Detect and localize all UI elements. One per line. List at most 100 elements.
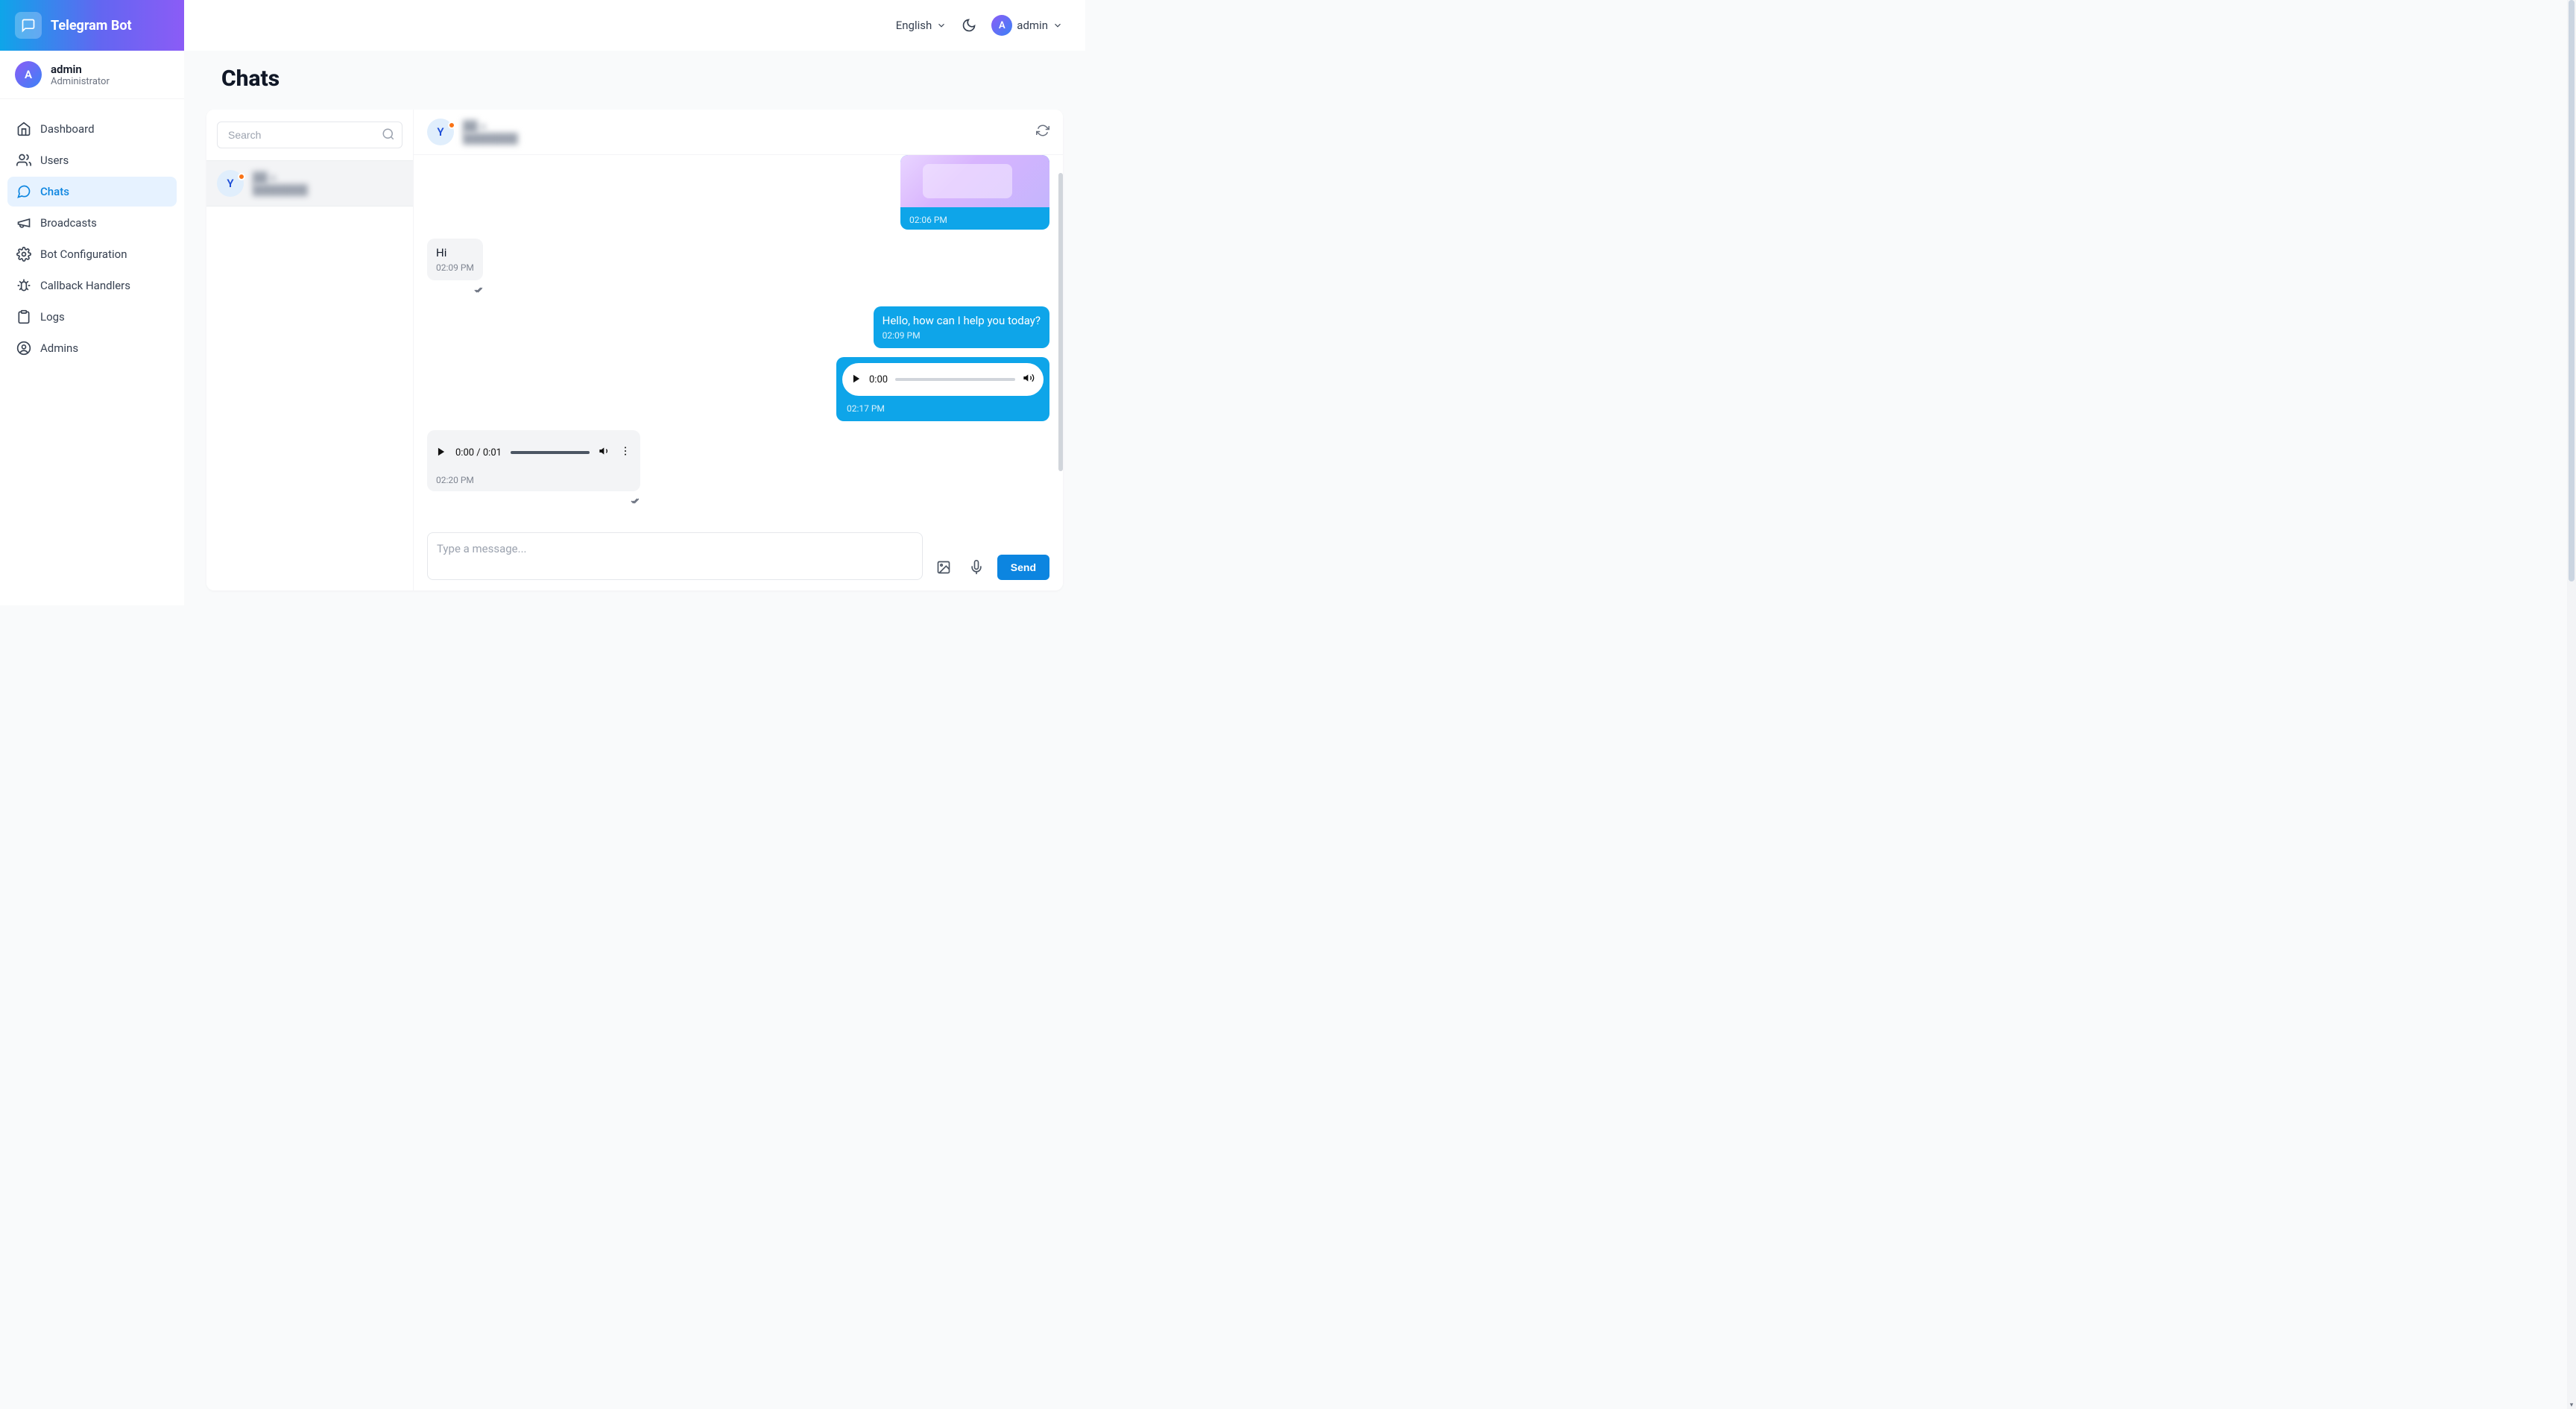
volume-icon[interactable] [599,445,610,460]
clipboard-icon [16,309,31,324]
conversation-avatar: Y [427,119,454,145]
brand-icon [15,12,42,39]
sidebar-item-label: Broadcasts [40,216,97,230]
sidebar-item-label: Bot Configuration [40,248,127,261]
send-button[interactable]: Send [997,555,1049,580]
conversation-name: ██ ● [463,120,518,133]
moon-icon [962,18,976,33]
message-text: Hi [436,246,474,259]
message-input[interactable] [427,532,923,580]
audio-player: 0:00 [842,363,1044,396]
scroll-down-icon: ▾ [2569,1402,2575,1408]
chevron-down-icon [1052,20,1063,31]
profile-avatar: A [15,61,42,88]
sidebar-item-label: Admins [40,341,78,355]
chat-list-item[interactable]: Y ██ ● ████████ [206,160,413,207]
audio-time: 0:00 [869,374,888,385]
message-out: Hello, how can I help you today? 02:09 P… [874,306,1049,348]
image-icon [936,560,951,575]
sidebar: Telegram Bot A admin Administrator Dashb… [0,0,184,605]
conversation: Y ██ ● ████████ [414,110,1063,590]
chats-panel: Y ██ ● ████████ Y [206,110,1063,590]
read-receipt-icon [630,494,639,508]
refresh-button[interactable] [1036,124,1049,140]
message-time: 02:20 PM [436,472,631,485]
volume-icon[interactable] [1023,372,1035,387]
profile-name: admin [51,63,110,76]
sidebar-item-label: Users [40,154,69,167]
composer: Send [414,522,1063,590]
chat-item-sub: ████████ [253,184,308,196]
image-thumbnail[interactable] [900,155,1049,207]
topbar-avatar: A [991,15,1012,36]
sidebar-item-admins[interactable]: Admins [7,333,177,363]
chevron-down-icon [936,20,947,31]
sidebar-item-chats[interactable]: Chats [7,177,177,207]
sidebar-item-bot-configuration[interactable]: Bot Configuration [7,239,177,269]
user-circle-icon [16,341,31,356]
message-text: Hello, how can I help you today? [883,314,1041,327]
topbar-username: admin [1017,19,1048,32]
sidebar-item-dashboard[interactable]: Dashboard [7,114,177,144]
more-button[interactable] [619,445,631,460]
refresh-icon [1036,124,1049,137]
mic-icon [969,560,984,575]
users-icon [16,153,31,168]
audio-track[interactable] [511,451,590,454]
sidebar-item-logs[interactable]: Logs [7,302,177,332]
scroll-thumb[interactable] [2569,0,2575,581]
chat-item-name: ██ ● [253,171,308,184]
sidebar-item-label: Logs [40,310,65,324]
record-audio-button[interactable] [965,555,988,579]
user-menu[interactable]: A admin [991,15,1063,36]
page-scrollbar[interactable]: ▴ ▾ [2567,0,2576,1409]
theme-toggle[interactable] [962,18,976,33]
search-input[interactable] [217,122,402,148]
main: English A admin Chats [184,0,1085,605]
language-selector[interactable]: English [896,19,947,32]
play-button[interactable] [851,373,862,387]
audio-player: 0:00 / 0:01 [436,436,631,469]
message-in: Hi 02:09 PM [427,239,483,280]
message-audio-in: 0:00 / 0:01 02:20 PM [427,430,640,491]
sidebar-item-broadcasts[interactable]: Broadcasts [7,208,177,238]
message-time: 02:09 PM [883,330,1041,341]
search-icon [382,127,395,144]
profile-block: A admin Administrator [0,51,184,99]
gear-icon [16,247,31,262]
message-time: 02:06 PM [900,210,1049,230]
play-button[interactable] [436,446,446,460]
chat-list: Y ██ ● ████████ [206,110,414,590]
sidebar-item-users[interactable]: Users [7,145,177,175]
conversation-sub: ████████ [463,133,518,145]
profile-role: Administrator [51,76,110,87]
sidebar-item-label: Dashboard [40,122,95,136]
topbar: English A admin [184,0,1085,51]
audio-track[interactable] [895,378,1015,381]
status-dot-icon [238,173,245,180]
page-header: Chats [184,51,1085,110]
read-receipt-icon [473,283,482,297]
brand-title: Telegram Bot [51,18,132,34]
sidebar-item-callback-handlers[interactable]: Callback Handlers [7,271,177,300]
nav: Dashboard Users Chats Broadcasts Bot Con… [0,99,184,379]
chat-search [217,122,402,148]
content: Y ██ ● ████████ Y [184,110,1085,605]
status-dot-icon [448,122,455,129]
page-title: Chats [221,66,1048,92]
sidebar-item-label: Callback Handlers [40,279,130,292]
brand-header: Telegram Bot [0,0,184,51]
home-icon [16,122,31,136]
message-time: 02:17 PM [842,399,1044,415]
conversation-header: Y ██ ● ████████ [414,110,1063,155]
chat-avatar: Y [217,170,244,197]
message-time: 02:09 PM [436,262,474,273]
message-image-out: 02:06 PM [900,155,1049,230]
attach-image-button[interactable] [932,555,956,579]
messages: 02:06 PM Hi 02:09 PM Hello, how can I [414,155,1063,522]
language-label: English [896,19,932,32]
messages-scrollbar[interactable] [1058,173,1063,471]
megaphone-icon [16,215,31,230]
audio-time: 0:00 / 0:01 [455,447,502,458]
chat-icon [16,184,31,199]
